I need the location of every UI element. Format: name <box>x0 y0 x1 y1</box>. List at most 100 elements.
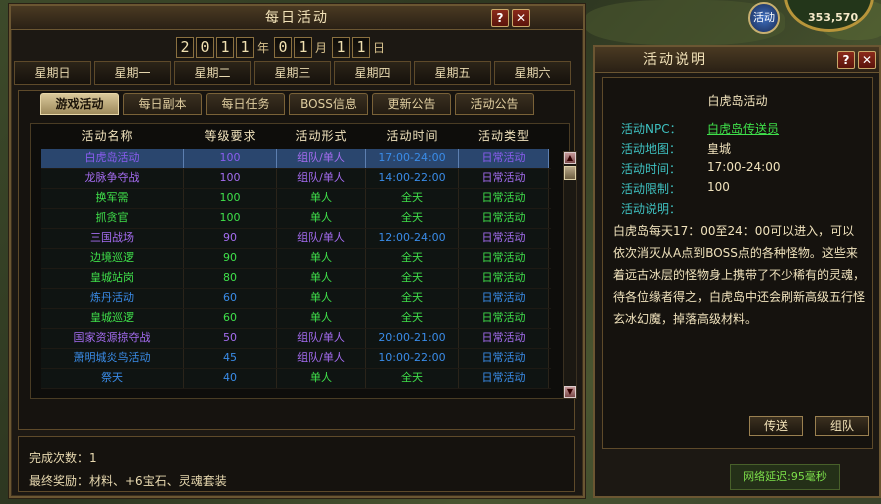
activity-icon[interactable]: 活动 <box>748 2 780 34</box>
cell-time: 全天 <box>366 309 459 328</box>
column-header-level[interactable]: 等级要求 <box>184 126 277 146</box>
scrollbar[interactable]: ▲ ▼ <box>563 151 577 399</box>
field-value: 17:00-24:00 <box>707 160 781 174</box>
weekday-saturday[interactable]: 星期六 <box>494 61 571 85</box>
date-digit: 1 <box>332 36 351 58</box>
weekday-tuesday[interactable]: 星期二 <box>174 61 251 85</box>
date-digit: 1 <box>352 36 371 58</box>
column-header-type[interactable]: 活动类型 <box>459 126 549 146</box>
column-header-form[interactable]: 活动形式 <box>277 126 366 146</box>
scroll-thumb[interactable] <box>564 166 576 180</box>
tab-update-notice[interactable]: 更新公告 <box>372 93 451 115</box>
cell-type: 日常活动 <box>459 329 549 348</box>
column-header-time[interactable]: 活动时间 <box>366 126 459 146</box>
cell-form: 单人 <box>277 189 366 208</box>
table-row[interactable]: 抓贪官 100 单人 全天 日常活动 <box>41 209 551 229</box>
tab-activity-notice[interactable]: 活动公告 <box>455 93 534 115</box>
table-row[interactable]: 皇城站岗 80 单人 全天 日常活动 <box>41 269 551 289</box>
table-row[interactable]: 萧明城炎鸟活动 45 组队/单人 10:00-22:00 日常活动 <box>41 349 551 369</box>
tab-daily-quest[interactable]: 每日任务 <box>206 93 285 115</box>
table-row[interactable]: 换军需 100 单人 全天 日常活动 <box>41 189 551 209</box>
table-row[interactable]: 皇城巡逻 60 单人 全天 日常活动 <box>41 309 551 329</box>
cell-name: 炼丹活动 <box>41 289 184 308</box>
cell-name: 萧明城炎鸟活动 <box>41 349 184 368</box>
activity-description-window: 活动说明 ? ✕ 白虎岛活动 活动NPC： 白虎岛传送员 活动地图： 皇城 活动… <box>593 45 881 498</box>
weekday-sunday[interactable]: 星期日 <box>14 61 91 85</box>
field-value: 100 <box>707 180 730 194</box>
activity-description-text: 白虎岛每天17：00至24：00可以进入，可以依次消灭从A点到BOSS点的各种怪… <box>613 224 866 326</box>
cell-form: 组队/单人 <box>277 349 366 368</box>
cell-level: 90 <box>184 249 277 268</box>
table-header: 活动名称 等级要求 活动形式 活动时间 活动类型 <box>31 126 561 146</box>
completion-count: 完成次数：1 <box>29 451 97 465</box>
close-button[interactable]: ✕ <box>512 9 530 27</box>
cell-form: 单人 <box>277 369 366 388</box>
cell-time: 17:00-24:00 <box>366 149 459 168</box>
date-digit: 2 <box>176 36 194 58</box>
cell-name: 皇城站岗 <box>41 269 184 288</box>
cell-level: 100 <box>184 189 277 208</box>
column-header-name[interactable]: 活动名称 <box>31 126 184 146</box>
cell-level: 100 <box>184 169 277 188</box>
table-row[interactable]: 边境巡逻 90 单人 全天 日常活动 <box>41 249 551 269</box>
cell-type: 日常活动 <box>459 169 549 188</box>
final-reward: 最终奖励：材料、+6宝石、灵魂套装 <box>29 474 227 488</box>
cell-type: 日常活动 <box>459 309 549 328</box>
cell-form: 单人 <box>277 249 366 268</box>
table-row[interactable]: 龙脉争夺战 100 组队/单人 14:00-22:00 日常活动 <box>41 169 551 189</box>
npc-link[interactable]: 白虎岛传送员 <box>707 120 779 137</box>
date-digit: 1 <box>236 36 254 58</box>
cell-level: 50 <box>184 329 277 348</box>
cell-time: 全天 <box>366 249 459 268</box>
scroll-down-arrow-icon[interactable]: ▼ <box>564 386 576 398</box>
table-row[interactable]: 国家资源掠夺战 50 组队/单人 20:00-21:00 日常活动 <box>41 329 551 349</box>
side-help-button[interactable]: ? <box>837 51 855 69</box>
side-close-button[interactable]: ✕ <box>858 51 876 69</box>
cell-name: 边境巡逻 <box>41 249 184 268</box>
table-row[interactable]: 炼丹活动 60 单人 全天 日常活动 <box>41 289 551 309</box>
month-unit: 月 <box>315 40 328 55</box>
cell-level: 100 <box>184 209 277 228</box>
cell-level: 100 <box>184 149 277 168</box>
date-digit: 0 <box>196 36 214 58</box>
team-button[interactable]: 组队 <box>815 416 869 436</box>
tab-boss-info[interactable]: BOSS信息 <box>289 93 368 115</box>
cell-form: 组队/单人 <box>277 329 366 348</box>
date-digit: 1 <box>294 36 313 58</box>
cell-type: 日常活动 <box>459 369 549 388</box>
table-row[interactable]: 祭天 40 单人 全天 日常活动 <box>41 369 551 389</box>
weekday-tabs: 星期日 星期一 星期二 星期三 星期四 星期五 星期六 <box>14 61 571 85</box>
table-row[interactable]: 三国战场 90 组队/单人 12:00-24:00 日常活动 <box>41 229 551 249</box>
cell-name: 国家资源掠夺战 <box>41 329 184 348</box>
cell-level: 60 <box>184 289 277 308</box>
table-row[interactable]: 白虎岛活动 100 组队/单人 17:00-24:00 日常活动 <box>41 149 551 169</box>
weekday-friday[interactable]: 星期五 <box>414 61 491 85</box>
network-latency: 网络延迟:95毫秒 <box>730 464 840 490</box>
teleport-button[interactable]: 传送 <box>749 416 803 436</box>
cell-name: 白虎岛活动 <box>41 149 184 168</box>
cell-name: 祭天 <box>41 369 184 388</box>
help-button[interactable]: ? <box>491 9 509 27</box>
field-value: 皇城 <box>707 142 732 156</box>
weekday-wednesday[interactable]: 星期三 <box>254 61 331 85</box>
field-limit: 活动限制： 100 <box>621 180 730 197</box>
cell-type: 日常活动 <box>459 289 549 308</box>
tab-game-activity[interactable]: 游戏活动 <box>40 93 119 115</box>
tab-daily-dungeon[interactable]: 每日副本 <box>123 93 202 115</box>
field-time: 活动时间： 17:00-24:00 <box>621 160 781 177</box>
field-npc: 活动NPC： 白虎岛传送员 <box>621 120 779 137</box>
cell-name: 三国战场 <box>41 229 184 248</box>
cell-time: 全天 <box>366 269 459 288</box>
cell-level: 45 <box>184 349 277 368</box>
weekday-monday[interactable]: 星期一 <box>94 61 171 85</box>
cell-form: 单人 <box>277 309 366 328</box>
field-label: 活动NPC： <box>621 122 682 136</box>
scroll-up-arrow-icon[interactable]: ▲ <box>564 152 576 164</box>
description-panel: 白虎岛活动 活动NPC： 白虎岛传送员 活动地图： 皇城 活动时间： 17:00… <box>602 77 873 449</box>
year-unit: 年 <box>257 40 270 55</box>
cell-level: 90 <box>184 229 277 248</box>
cell-type: 日常活动 <box>459 249 549 268</box>
field-label: 活动限制： <box>621 182 682 196</box>
field-description: 活动说明： <box>621 200 707 217</box>
weekday-thursday[interactable]: 星期四 <box>334 61 411 85</box>
